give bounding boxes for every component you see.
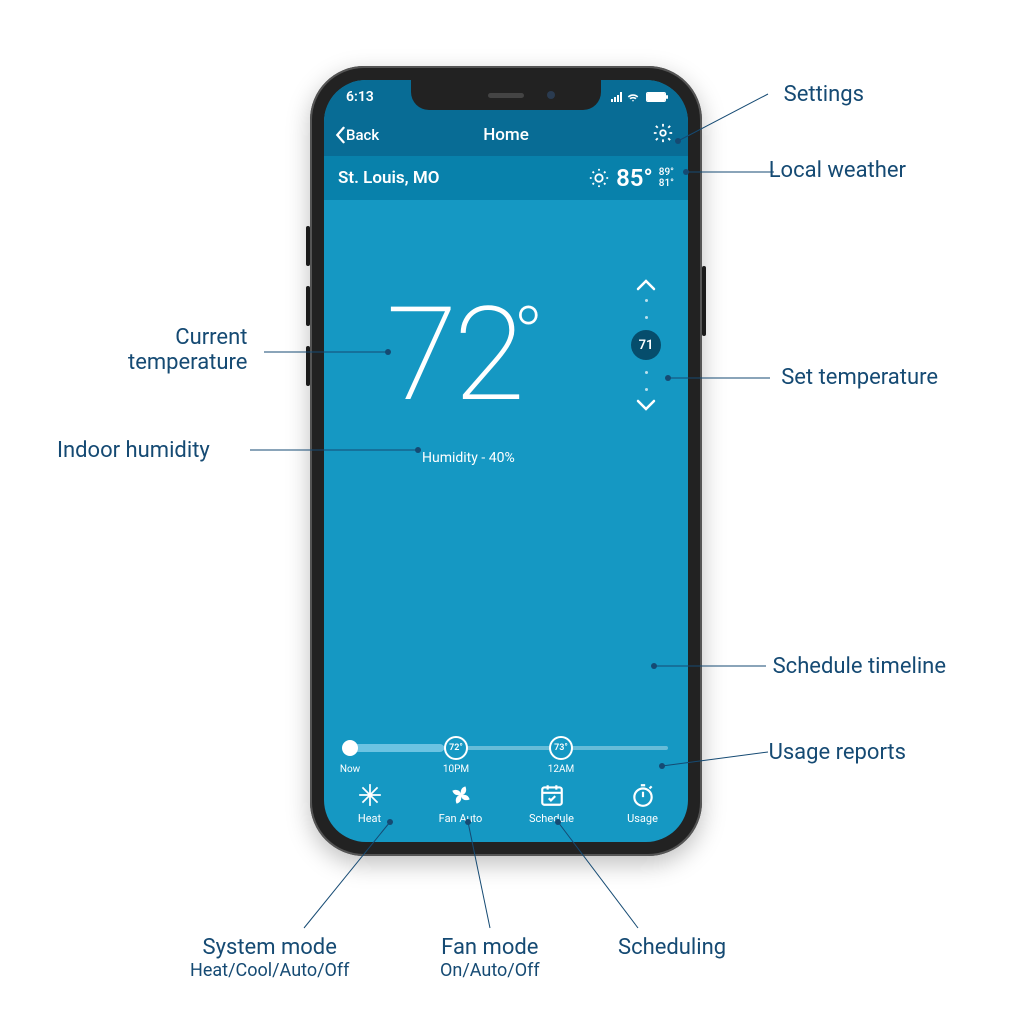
battery-icon bbox=[646, 92, 666, 102]
back-label: Back bbox=[346, 126, 379, 144]
notch bbox=[411, 80, 601, 110]
schedule-timeline[interactable]: 72° 73° Now 10PM 12AM bbox=[324, 746, 688, 764]
anno-system-mode: System mode Heat/Cool/Auto/Off bbox=[190, 935, 349, 981]
setpoint-column: 71 bbox=[628, 278, 664, 412]
tab-bar: Heat Fan Auto Schedule Usage bbox=[324, 772, 688, 834]
anno-schedule-timeline: Schedule timeline bbox=[773, 654, 946, 679]
anno-local-weather: Local weather bbox=[769, 158, 906, 183]
setpoint-value[interactable]: 71 bbox=[631, 330, 661, 360]
settings-button[interactable] bbox=[652, 122, 674, 149]
anno-settings: Settings bbox=[784, 82, 864, 107]
tab-fan-label: Fan Auto bbox=[439, 812, 483, 825]
screen: 6:13 Back Home St. Louis, MO bbox=[324, 80, 688, 842]
weather-high: 89° bbox=[659, 167, 674, 178]
current-temp-value: 72 bbox=[386, 278, 521, 431]
anno-fan-mode: Fan mode On/Auto/Off bbox=[440, 935, 540, 981]
weather-location: St. Louis, MO bbox=[338, 168, 439, 188]
anno-fan-mode-title: Fan mode bbox=[441, 935, 538, 960]
tab-heat[interactable]: Heat bbox=[335, 782, 405, 825]
stopwatch-icon bbox=[630, 782, 656, 808]
anno-scheduling: Scheduling bbox=[618, 935, 726, 960]
phone-frame: 6:13 Back Home St. Louis, MO bbox=[310, 66, 702, 856]
degree-symbol: ° bbox=[513, 289, 539, 383]
back-button[interactable]: Back bbox=[334, 126, 379, 144]
weather-low: 81° bbox=[659, 178, 674, 189]
tab-schedule-label: Schedule bbox=[529, 812, 574, 825]
anno-fan-mode-sub: On/Auto/Off bbox=[440, 960, 540, 981]
chevron-up-icon[interactable] bbox=[635, 278, 657, 292]
snowflake-icon bbox=[357, 782, 383, 808]
calendar-icon bbox=[539, 782, 565, 808]
anno-system-mode-title: System mode bbox=[203, 935, 337, 960]
anno-current-temp: Current temperature bbox=[128, 325, 247, 375]
wifi-icon bbox=[626, 90, 640, 104]
status-time: 6:13 bbox=[346, 89, 374, 105]
cell-signal-icon bbox=[611, 92, 622, 102]
anno-set-temp: Set temperature bbox=[781, 365, 938, 390]
tab-fan[interactable]: Fan Auto bbox=[426, 782, 496, 825]
weather-temp: 85° bbox=[616, 164, 653, 192]
tab-schedule[interactable]: Schedule bbox=[517, 782, 587, 825]
tab-usage[interactable]: Usage bbox=[608, 782, 678, 825]
current-temperature: 72° bbox=[386, 290, 548, 420]
chevron-down-icon[interactable] bbox=[635, 398, 657, 412]
gear-icon bbox=[652, 122, 674, 144]
timeline-now-marker[interactable] bbox=[342, 740, 358, 756]
anno-indoor-humidity: Indoor humidity bbox=[57, 438, 210, 463]
indoor-humidity: Humidity - 40% bbox=[422, 450, 515, 466]
timeline-point-1[interactable]: 72° bbox=[444, 736, 468, 760]
anno-system-mode-sub: Heat/Cool/Auto/Off bbox=[190, 960, 349, 981]
tab-heat-label: Heat bbox=[358, 812, 381, 825]
anno-usage-reports: Usage reports bbox=[769, 740, 906, 765]
timeline-point-2[interactable]: 73° bbox=[549, 736, 573, 760]
navbar: Back Home bbox=[324, 114, 688, 156]
weather-bar[interactable]: St. Louis, MO 85° 89° 81° bbox=[324, 156, 688, 200]
page-title: Home bbox=[483, 125, 529, 145]
tab-usage-label: Usage bbox=[627, 812, 658, 825]
main-area: 72° Humidity - 40% 71 bbox=[324, 200, 688, 640]
chevron-left-icon bbox=[334, 126, 346, 144]
sun-icon bbox=[588, 167, 610, 189]
fan-icon bbox=[448, 782, 474, 808]
